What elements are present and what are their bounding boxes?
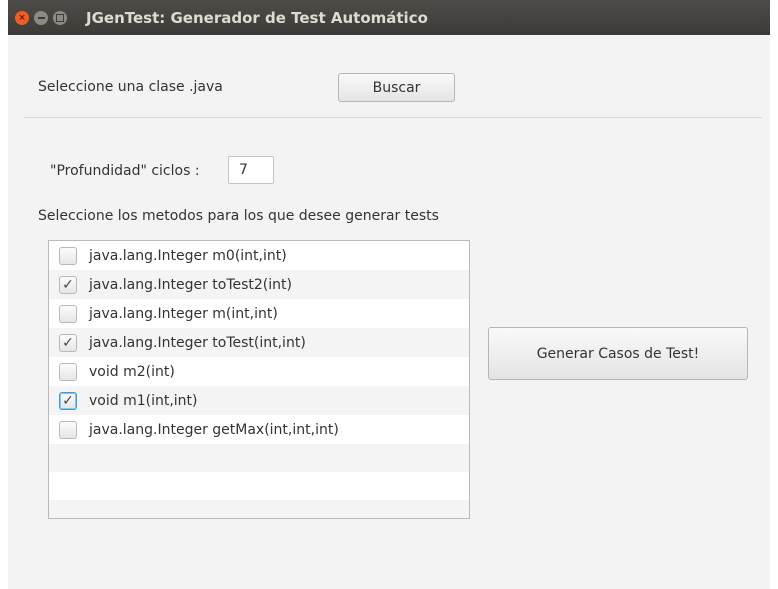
depth-input[interactable] [228, 156, 274, 184]
method-label: java.lang.Integer toTest(int,int) [89, 334, 306, 351]
method-checkbox[interactable] [59, 304, 77, 323]
methods-heading: Seleccione los metodos para los que dese… [38, 208, 439, 224]
method-label: java.lang.Integer toTest2(int) [89, 276, 292, 293]
method-checkbox[interactable] [59, 420, 77, 439]
method-checkbox[interactable] [59, 362, 77, 381]
method-checkbox[interactable]: ✓ [59, 275, 77, 294]
list-item[interactable]: java.lang.Integer getMax(int,int,int) [49, 415, 469, 444]
methods-list[interactable]: java.lang.Integer m0(int,int) ✓ java.lan… [48, 240, 470, 519]
empty-list-row [49, 472, 469, 500]
app-window: × JGenTest: Generador de Test Automático… [8, 0, 770, 589]
separator [24, 117, 762, 118]
list-item[interactable]: ✓ java.lang.Integer toTest2(int) [49, 270, 469, 299]
browse-button[interactable]: Buscar [338, 73, 455, 102]
maximize-window-icon[interactable] [53, 11, 67, 25]
depth-label: "Profundidad" ciclos : [50, 163, 200, 179]
list-item[interactable]: ✓ java.lang.Integer toTest(int,int) [49, 328, 469, 357]
method-label: void m1(int,int) [89, 392, 198, 409]
list-item[interactable]: void m2(int) [49, 357, 469, 386]
title-bar: × JGenTest: Generador de Test Automático [8, 0, 770, 35]
method-label: java.lang.Integer getMax(int,int,int) [89, 421, 339, 438]
minimize-window-icon[interactable] [34, 11, 48, 25]
empty-list-row [49, 500, 469, 518]
list-item[interactable]: java.lang.Integer m(int,int) [49, 299, 469, 328]
method-checkbox[interactable]: ✓ [59, 391, 77, 410]
method-checkbox[interactable]: ✓ [59, 333, 77, 352]
list-item[interactable]: java.lang.Integer m0(int,int) [49, 241, 469, 270]
generate-tests-button[interactable]: Generar Casos de Test! [488, 327, 748, 380]
method-label: java.lang.Integer m(int,int) [89, 305, 278, 322]
method-checkbox[interactable] [59, 246, 77, 265]
close-window-icon[interactable]: × [15, 11, 29, 25]
method-label: void m2(int) [89, 363, 175, 380]
list-item[interactable]: ✓ void m1(int,int) [49, 386, 469, 415]
class-selector-label: Seleccione una clase .java [38, 79, 223, 95]
empty-list-row [49, 444, 469, 472]
method-label: java.lang.Integer m0(int,int) [89, 247, 287, 264]
window-title: JGenTest: Generador de Test Automático [86, 9, 428, 27]
